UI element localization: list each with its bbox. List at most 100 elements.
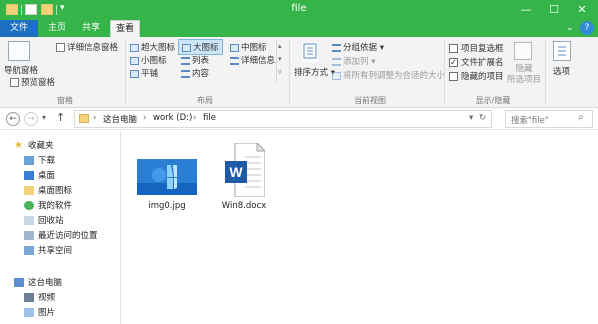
breadcrumb-separator[interactable]: › [93,113,96,123]
explorer-window: ▾ file — ☐ ✕ 文件 主页 共享 查看 ⌄ ? 导航窗格 预览窗格 详… [0,0,598,324]
list-icon [181,56,190,65]
breadcrumb-folder[interactable]: file [203,113,216,123]
help-icon[interactable]: ? [580,21,594,35]
computer-icon [14,278,24,287]
tab-file[interactable]: 文件 [0,20,38,37]
medium-icons-option[interactable]: 中图标 [230,41,267,53]
large-icons-icon [182,43,191,52]
search-placeholder: 搜索"file" [511,116,549,126]
software-icon [24,201,34,210]
nav-item-downloads[interactable]: 下载 [24,154,55,166]
recent-locations-icon[interactable]: ▾ [42,113,46,122]
tab-view[interactable]: 查看 [110,20,140,37]
ribbon-tabs: 文件 主页 共享 查看 [0,20,598,37]
breadcrumb-separator[interactable]: › [193,113,196,123]
search-icon[interactable]: ⌕ [578,112,584,123]
close-button[interactable]: ✕ [568,0,596,20]
nav-favorites[interactable]: ★ 收藏夹 [14,139,54,152]
item-checkboxes-toggle[interactable]: 项目复选框 [449,42,504,54]
forward-button[interactable]: → [24,112,38,126]
nav-this-pc[interactable]: 这台电脑 [14,276,62,288]
tab-home[interactable]: 主页 [42,20,72,37]
extra-large-icons-icon [130,43,139,52]
breadcrumb-separator[interactable]: › [143,113,146,123]
details-pane-button[interactable]: 详细信息窗格 [56,41,118,53]
file-name: img0.jpg [148,201,186,211]
small-icons-icon [130,56,139,65]
nav-item-desktop[interactable]: 桌面 [24,169,55,181]
tab-share[interactable]: 共享 [76,20,106,37]
nav-item-my-software[interactable]: 我的软件 [24,199,72,211]
nav-item-desktop-icons[interactable]: 桌面图标 [24,184,72,196]
address-bar: ← → ▾ ↑ › 这台电脑 › work (D:) › file ▾ ↻ 搜索… [0,108,598,130]
expand-ribbon-icon[interactable]: ⌄ [566,23,574,33]
svg-text:W: W [229,164,243,180]
preview-pane-icon [10,78,19,87]
details-icon [230,56,239,65]
minimize-button[interactable]: — [512,0,540,20]
file-name: Win8.docx [221,201,267,211]
layout-scroll-icon[interactable]: ▴ ▾ ▿ [276,40,284,82]
desktop-icon [24,171,34,180]
back-button[interactable]: ← [6,112,20,126]
navigation-pane-icon [8,41,30,61]
options-button[interactable]: 选项 [553,65,570,77]
small-icons-option[interactable]: 小图标 [130,54,167,66]
list-option[interactable]: 列表 [181,54,209,66]
breadcrumb-drive[interactable]: work (D:) [153,113,192,123]
file-extensions-checkbox[interactable]: ✓ [449,58,458,67]
add-columns-button[interactable]: 添加列 ▾ [332,55,375,67]
maximize-button[interactable]: ☐ [540,0,568,20]
file-item[interactable]: img0.jpg [133,151,201,221]
word-document-icon: W [225,141,267,198]
hidden-items-toggle[interactable]: 隐藏的项目 [449,70,504,82]
file-extensions-toggle[interactable]: ✓ 文件扩展名 [449,56,504,68]
options-icon [553,41,571,61]
group-by-icon [332,43,341,52]
show-hide-group-label: 显示/隐藏 [475,96,511,105]
navigation-pane: ★ 收藏夹 下载 桌面 桌面图标 我的软件 回收站 最近访问的位置 共享空间 这台… [0,131,121,324]
title-bar: ▾ file — ☐ ✕ [0,0,598,20]
refresh-icon[interactable]: ↻ [479,113,486,123]
folder-icon [24,186,34,195]
pictures-icon [24,308,34,317]
search-input[interactable]: 搜索"file" ⌕ [505,110,593,128]
tiles-option[interactable]: 平铺 [130,67,158,79]
group-by-button[interactable]: 分组依据 ▾ [332,41,384,53]
add-columns-icon [332,57,341,66]
videos-icon [24,293,34,302]
folder-icon [79,114,89,123]
recycle-bin-icon [24,216,34,225]
file-item[interactable]: W Win8.docx [209,141,279,221]
large-icons-option[interactable]: 大图标 [178,39,223,55]
nav-item-recycle-bin[interactable]: 回收站 [24,214,64,226]
extra-large-icons-option[interactable]: 超大图标 [130,41,175,53]
hidden-items-checkbox[interactable] [449,72,458,81]
nav-item-pictures[interactable]: 图片 [24,306,55,318]
ribbon: 导航窗格 预览窗格 详细信息窗格 窗格 超大图标 大图标 中图标 小图标 列表 … [0,37,598,108]
preview-pane-button[interactable]: 预览窗格 [10,76,55,88]
content-icon [181,69,190,78]
layout-group-label: 布局 [197,96,213,105]
star-icon: ★ [14,140,23,151]
size-columns-icon [332,71,341,80]
details-option[interactable]: 详细信息 [230,54,275,66]
image-thumbnail-icon [137,159,197,195]
nav-item-recent-places[interactable]: 最近访问的位置 [24,229,98,241]
hide-selected-icon [514,42,532,60]
nav-item-videos[interactable]: 视频 [24,291,55,303]
nav-item-shared-space[interactable]: 共享空间 [24,244,72,256]
details-pane-icon [56,43,65,52]
up-button[interactable]: ↑ [56,111,65,124]
item-checkboxes-checkbox[interactable] [449,44,458,53]
address-field[interactable]: › 这台电脑 › work (D:) › file ▾ ↻ [74,110,492,128]
current-view-group-label: 当前视图 [354,96,386,105]
shared-space-icon [24,246,34,255]
hide-selected-button[interactable]: 隐藏 所选项目 [505,64,543,86]
size-all-columns-button[interactable]: 将所有列调整为合适的大小 [332,69,445,81]
breadcrumb-this-pc[interactable]: 这台电脑 [103,113,137,125]
sort-by-button[interactable]: 排序方式 ▾ [294,66,335,78]
content-option[interactable]: 内容 [181,67,209,79]
address-dropdown-icon[interactable]: ▾ [469,113,473,123]
navigation-pane-button[interactable]: 导航窗格 [4,64,38,76]
